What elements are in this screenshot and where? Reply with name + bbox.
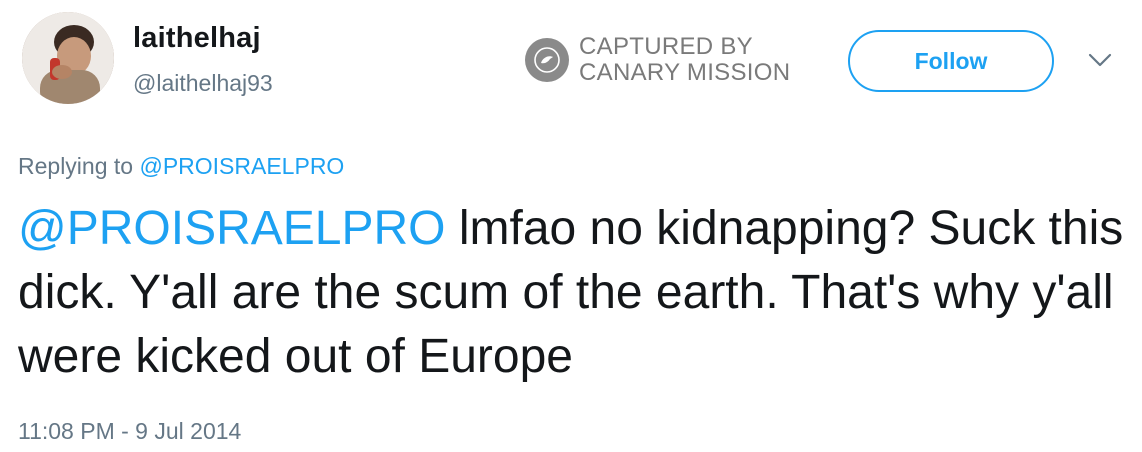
tweet-timestamp[interactable]: 11:08 PM - 9 Jul 2014 <box>18 418 241 445</box>
avatar[interactable] <box>22 12 114 104</box>
replying-to-mention[interactable]: @PROISRAELPRO <box>139 153 344 179</box>
follow-button[interactable]: Follow <box>848 30 1054 92</box>
display-name[interactable]: laithelhaj <box>133 22 261 55</box>
user-handle[interactable]: @laithelhaj93 <box>133 70 273 97</box>
replying-to-label: Replying to <box>18 153 134 179</box>
watermark-line-1: CAPTURED BY <box>579 33 753 60</box>
tweet-header: laithelhaj @laithelhaj93 CAPTURED BY CAN… <box>0 0 1142 130</box>
watermark: CAPTURED BY CANARY MISSION <box>525 30 790 90</box>
watermark-line-2: CANARY MISSION <box>579 59 791 86</box>
replying-to: Replying to @PROISRAELPRO <box>18 153 344 180</box>
canary-bird-icon <box>525 38 569 82</box>
tweet-mention[interactable]: @PROISRAELPRO <box>18 202 446 255</box>
chevron-down-icon[interactable] <box>1087 50 1113 70</box>
tweet-text: @PROISRAELPRO lmfao no kidnapping? Suck … <box>18 197 1128 389</box>
avatar-photo <box>22 12 114 104</box>
watermark-text: CAPTURED BY CANARY MISSION <box>579 34 790 86</box>
